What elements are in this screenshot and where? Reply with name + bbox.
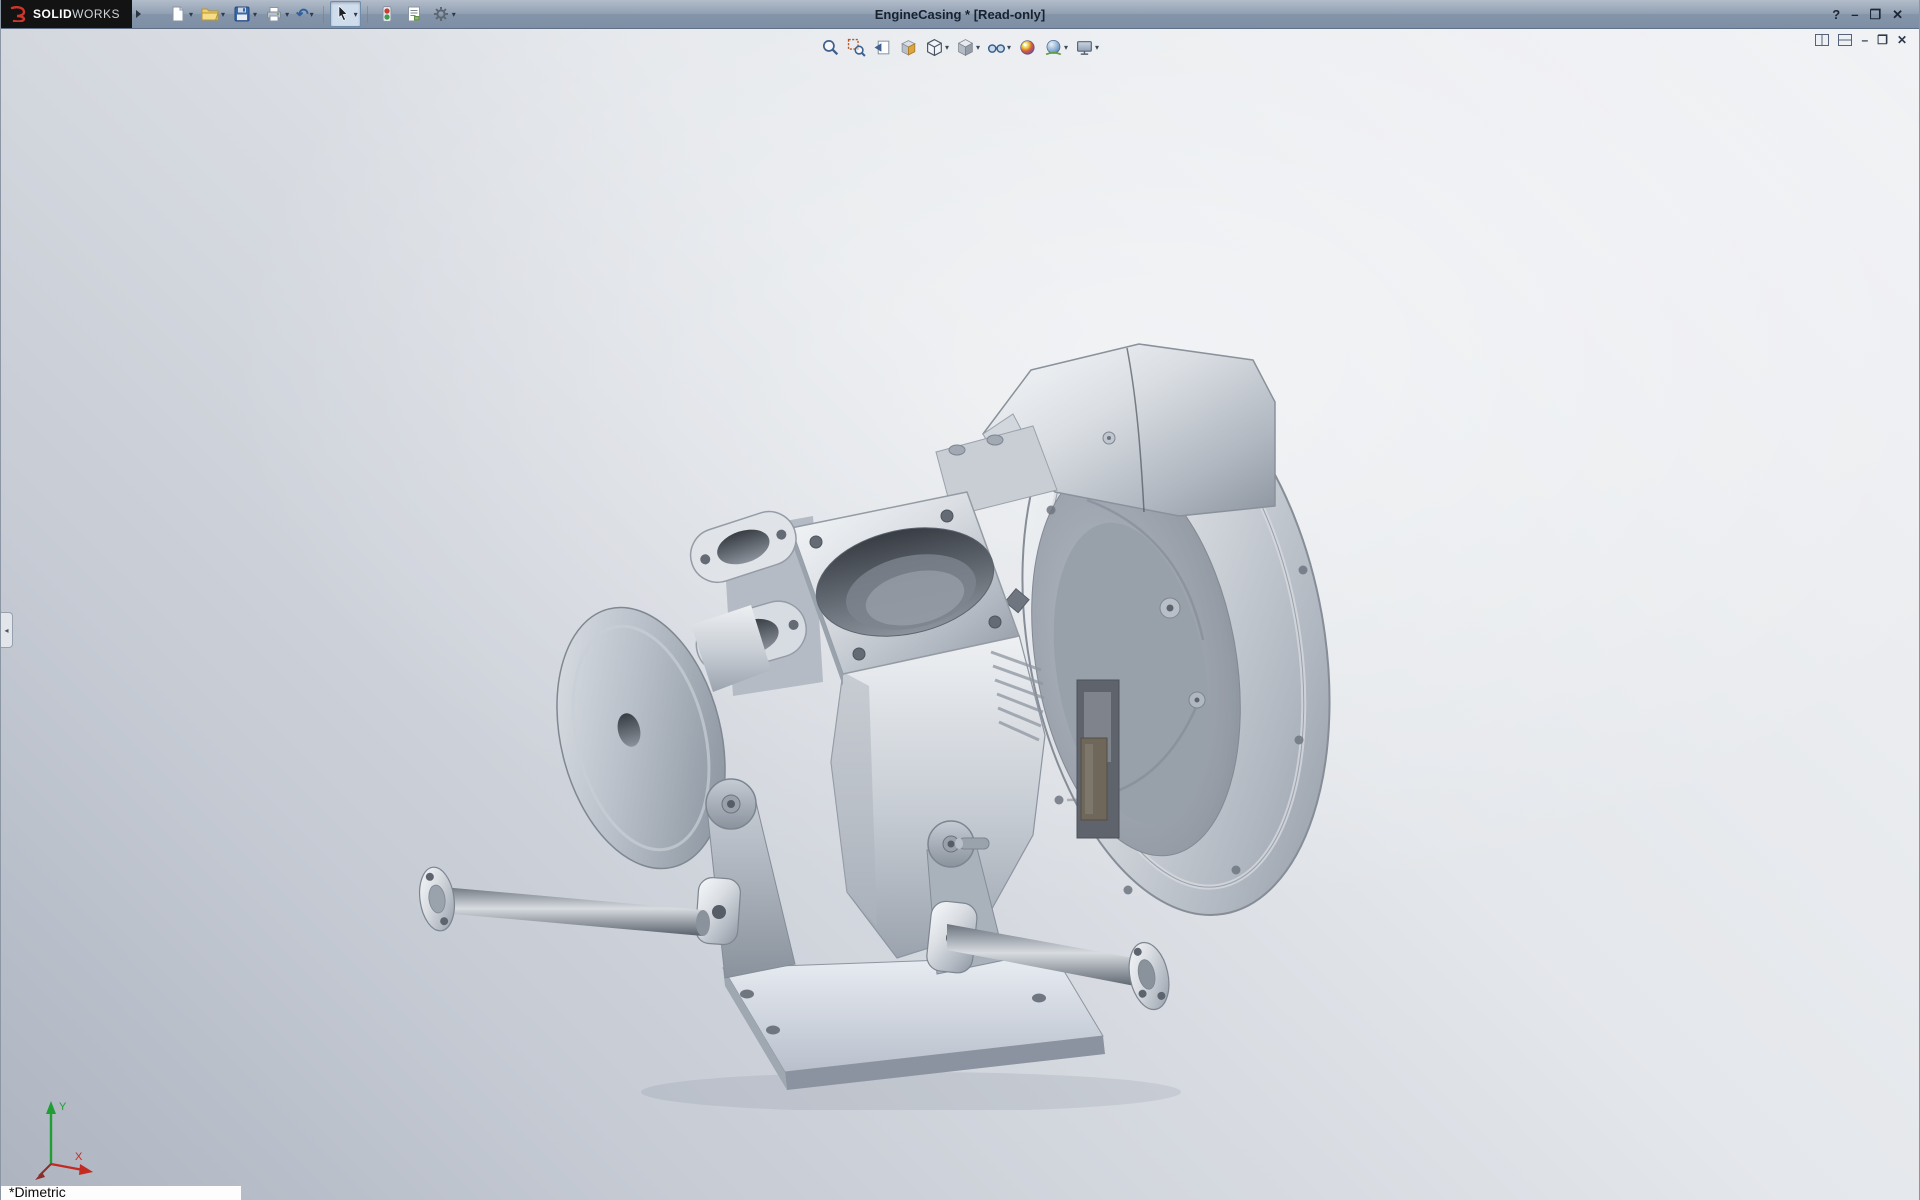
- quick-access-toolbar: ▾ ▾ ▾ ▾ ↶ ▾: [165, 1, 459, 27]
- dropdown-arrow-icon[interactable]: ▾: [221, 10, 225, 19]
- split-pane-vertical-icon[interactable]: [1838, 34, 1852, 46]
- title-bar: SOLIDWORKS ▾ ▾ ▾: [1, 0, 1919, 29]
- open-button[interactable]: ▾: [197, 1, 228, 27]
- document-window-controls: – ❐ ✕: [1815, 34, 1907, 46]
- display-style-button[interactable]: ▾: [954, 35, 982, 59]
- ds-logo-icon: [9, 6, 27, 22]
- x-axis-label: X: [75, 1151, 83, 1163]
- document-close-button[interactable]: ✕: [1897, 34, 1907, 46]
- edit-appearance-button[interactable]: [1016, 35, 1039, 59]
- restore-button[interactable]: ❐: [1869, 8, 1881, 21]
- document-restore-button[interactable]: ❐: [1877, 34, 1888, 46]
- view-orientation-button[interactable]: ▾: [923, 35, 951, 59]
- options-button[interactable]: ▾: [428, 1, 459, 27]
- hide-show-glasses-icon: [987, 38, 1006, 57]
- rebuild-traffic-light-icon: [377, 4, 397, 24]
- open-folder-icon: [200, 4, 220, 24]
- viewport[interactable]: ▾ ▾ ▾: [1, 28, 1919, 1200]
- zoom-to-fit-icon: [821, 38, 840, 57]
- window-title: EngineCasing * [Read-only]: [875, 7, 1045, 22]
- y-axis-label: Y: [59, 1101, 67, 1113]
- rebuild-button[interactable]: [374, 1, 400, 27]
- zoom-to-area-icon: [847, 38, 866, 57]
- dropdown-arrow-icon[interactable]: ▾: [452, 10, 456, 19]
- dropdown-arrow-icon[interactable]: ▾: [310, 10, 314, 19]
- print-button[interactable]: ▾: [261, 1, 292, 27]
- select-button[interactable]: ▾: [330, 1, 361, 27]
- section-view-icon: [899, 38, 918, 57]
- view-settings-button[interactable]: ▾: [1073, 35, 1101, 59]
- x-axis-arrow-icon: [79, 1164, 93, 1175]
- options-gear-icon: [431, 4, 451, 24]
- apply-scene-icon: [1044, 38, 1063, 57]
- menu-flyout-arrow-icon[interactable]: [136, 10, 141, 18]
- new-document-button[interactable]: ▾: [165, 1, 196, 27]
- dropdown-arrow-icon[interactable]: ▾: [354, 10, 358, 19]
- minimize-button[interactable]: –: [1851, 8, 1858, 21]
- dropdown-arrow-icon[interactable]: ▾: [1007, 43, 1011, 52]
- dropdown-arrow-icon[interactable]: ▾: [945, 43, 949, 52]
- z-axis-arrow-icon: [35, 1172, 45, 1180]
- zoom-to-area-button[interactable]: [845, 35, 868, 59]
- dropdown-arrow-icon[interactable]: ▾: [253, 10, 257, 19]
- window-controls: ? – ❐ ✕: [1832, 8, 1919, 21]
- previous-view-button[interactable]: [871, 35, 894, 59]
- edit-appearance-sphere-icon: [1018, 38, 1037, 57]
- orientation-triad: Y X: [27, 1096, 107, 1188]
- dropdown-arrow-icon[interactable]: ▾: [285, 10, 289, 19]
- hide-show-items-button[interactable]: ▾: [985, 35, 1013, 59]
- save-button[interactable]: ▾: [229, 1, 260, 27]
- view-orientation-cube-icon: [925, 38, 944, 57]
- y-axis-arrow-icon: [46, 1101, 56, 1114]
- close-button[interactable]: ✕: [1892, 8, 1903, 21]
- undo-icon: ↶: [296, 7, 309, 22]
- file-properties-button[interactable]: [401, 1, 427, 27]
- engine-casing-model[interactable]: [391, 330, 1331, 1110]
- toolbar-separator: [367, 6, 368, 23]
- view-settings-icon: [1075, 38, 1094, 57]
- heads-up-toolbar: ▾ ▾ ▾: [811, 33, 1109, 61]
- split-pane-horizontal-icon[interactable]: [1815, 34, 1829, 46]
- dropdown-arrow-icon[interactable]: ▾: [189, 10, 193, 19]
- view-orientation-label: *Dimetric: [9, 1184, 66, 1200]
- help-button[interactable]: ?: [1832, 8, 1840, 21]
- zoom-to-fit-button[interactable]: [819, 35, 842, 59]
- dropdown-arrow-icon[interactable]: ▾: [1064, 43, 1068, 52]
- display-style-cube-icon: [956, 38, 975, 57]
- toolbar-separator: [323, 6, 324, 23]
- undo-button[interactable]: ↶ ▾: [293, 1, 317, 27]
- dropdown-arrow-icon[interactable]: ▾: [976, 43, 980, 52]
- save-floppy-icon: [232, 4, 252, 24]
- document-minimize-button[interactable]: –: [1861, 34, 1868, 46]
- dropdown-arrow-icon[interactable]: ▾: [1095, 43, 1099, 52]
- app-logo: SOLIDWORKS: [1, 0, 132, 28]
- brand-text: SOLIDWORKS: [33, 7, 120, 21]
- previous-view-icon: [873, 38, 892, 57]
- apply-scene-button[interactable]: ▾: [1042, 35, 1070, 59]
- new-document-icon: [168, 4, 188, 24]
- section-view-button[interactable]: [897, 35, 920, 59]
- print-icon: [264, 4, 284, 24]
- select-cursor-icon: [333, 4, 353, 24]
- featuremanager-collapsed-tab[interactable]: ◂: [1, 612, 13, 648]
- file-properties-icon: [404, 4, 424, 24]
